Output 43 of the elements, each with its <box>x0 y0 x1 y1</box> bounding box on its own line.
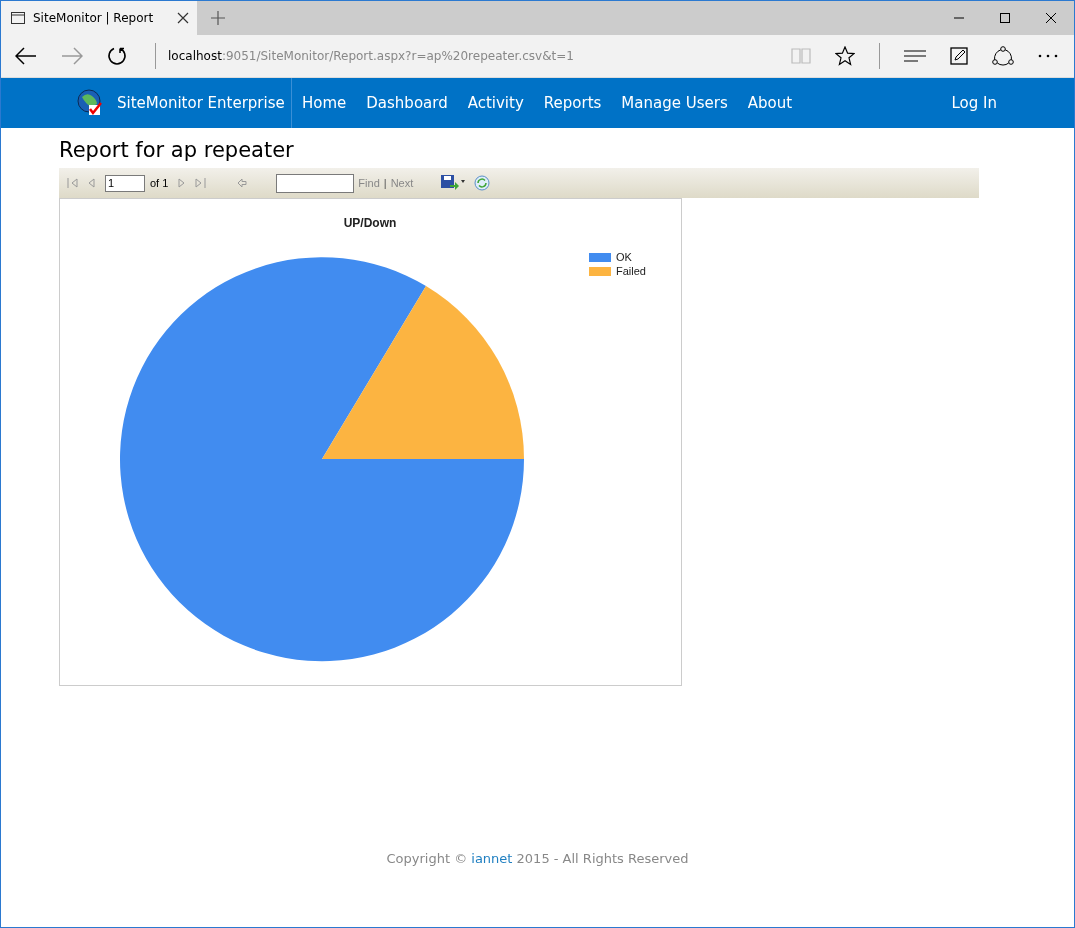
nav-link[interactable]: Manage Users <box>621 94 728 112</box>
find-field[interactable] <box>276 173 355 193</box>
nav-link[interactable]: Reports <box>543 94 602 112</box>
login-link[interactable]: Log In <box>951 94 997 112</box>
page-icon <box>11 12 25 24</box>
nav-link[interactable]: Activity <box>467 94 524 112</box>
chart-title: UP/Down <box>342 216 398 230</box>
nav-link[interactable]: Dashboard <box>366 94 448 112</box>
separator: | <box>383 177 387 189</box>
page-title: Report for ap repeater <box>59 138 295 162</box>
first-page-icon[interactable] <box>67 178 79 188</box>
globe-icon <box>77 89 103 117</box>
hub-icon[interactable] <box>904 49 926 63</box>
close-icon[interactable] <box>1045 12 1057 24</box>
forward-icon[interactable] <box>61 47 83 65</box>
maximize-icon[interactable] <box>999 12 1011 24</box>
page-number-field[interactable]: 1 <box>105 174 145 192</box>
browser-tab[interactable]: SiteMonitor | Report <box>1 1 197 35</box>
refresh-icon[interactable] <box>107 46 127 66</box>
star-icon[interactable] <box>835 46 855 66</box>
save-icon[interactable] <box>441 175 466 191</box>
back-arrow-icon[interactable] <box>237 178 248 188</box>
next-page-icon[interactable] <box>177 178 186 188</box>
company-link[interactable]: iannet <box>471 851 513 866</box>
next-link[interactable]: Next <box>390 177 414 189</box>
nav-link[interactable]: Home <box>302 94 347 112</box>
more-icon[interactable] <box>1038 54 1058 58</box>
copyright-text: Copyright © iannet 2015 - All Rights Reserved <box>385 851 690 866</box>
legend-label: OK <box>616 251 632 263</box>
share-icon[interactable] <box>992 46 1014 66</box>
last-page-icon[interactable] <box>194 178 207 188</box>
new-tab-icon[interactable] <box>211 11 225 25</box>
legend-label: Failed <box>616 265 646 277</box>
find-link[interactable]: Find <box>358 177 380 189</box>
back-icon[interactable] <box>15 47 37 65</box>
close-icon[interactable] <box>177 12 189 24</box>
brand-link[interactable]: SiteMonitor Enterprise <box>117 94 285 112</box>
page-total: of 1 <box>150 177 169 189</box>
tab-title: SiteMonitor | Report <box>33 11 155 25</box>
nav-link[interactable]: About <box>747 94 793 112</box>
note-icon[interactable] <box>950 47 968 65</box>
previous-page-icon[interactable] <box>88 178 96 188</box>
address-field[interactable]: localhost:9051/SiteMonitor/Report.aspx?r=ap%20repeater.csv&t=1 <box>168 49 767 63</box>
